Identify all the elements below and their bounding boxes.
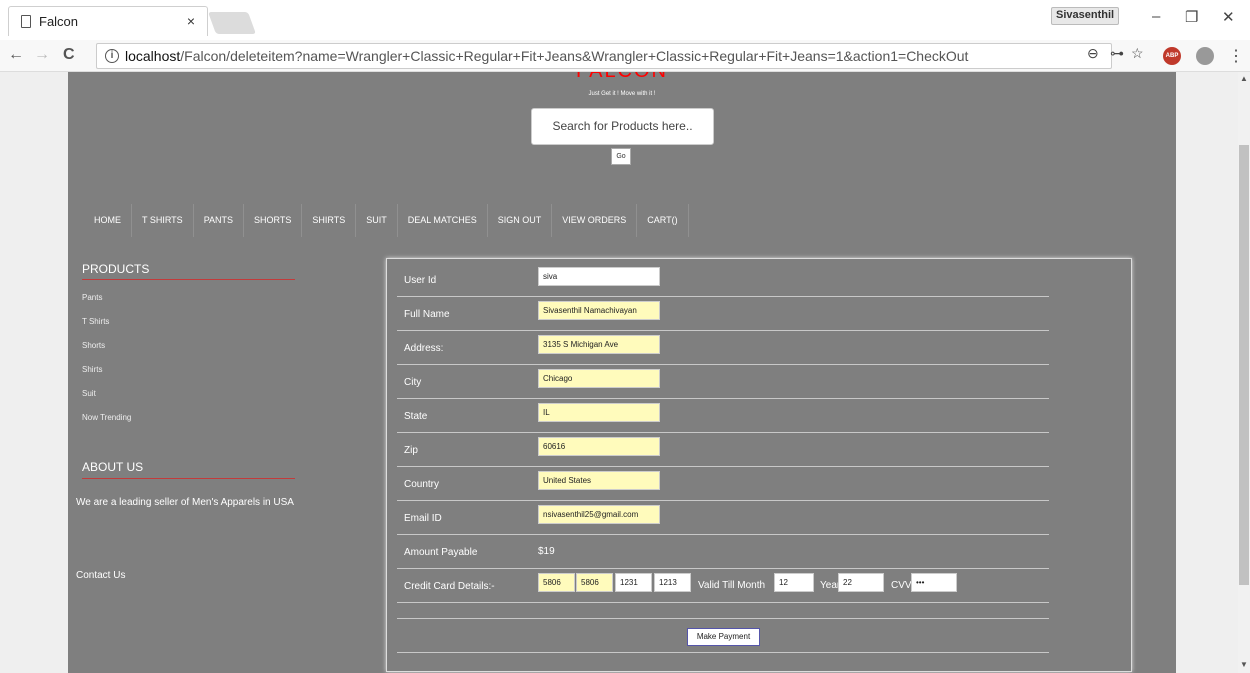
back-button[interactable]: ← bbox=[8, 46, 24, 64]
sidebar-item-shorts[interactable]: Shorts bbox=[82, 334, 362, 358]
nav-cart[interactable]: CART() bbox=[637, 204, 689, 237]
user-id-input[interactable]: siva bbox=[538, 267, 660, 286]
nav-deal-matches[interactable]: DEAL MATCHES bbox=[398, 204, 488, 237]
month-input[interactable]: 12 bbox=[774, 573, 814, 592]
sidebar: PRODUCTS Pants T Shirts Shorts Shirts Su… bbox=[82, 262, 362, 430]
minimize-button[interactable]: – bbox=[1152, 8, 1160, 25]
address-input[interactable]: 3135 S Michigan Ave bbox=[538, 335, 660, 354]
scroll-down-icon[interactable]: ▼ bbox=[1240, 660, 1248, 669]
about-heading: ABOUT US bbox=[82, 460, 295, 479]
new-tab-button[interactable] bbox=[207, 12, 257, 34]
nav-tshirts[interactable]: T SHIRTS bbox=[132, 204, 194, 237]
city-label: City bbox=[404, 377, 422, 388]
email-input[interactable]: nsivasenthil25@gmail.com bbox=[538, 505, 660, 524]
address-label: Address: bbox=[404, 343, 444, 354]
page-viewport: FALCON Just Get it ! Move with it ! Sear… bbox=[0, 72, 1238, 673]
amount-value: $19 bbox=[538, 546, 555, 557]
form-row-credit-card: Credit Card Details:- 5806 5806 1231 121… bbox=[397, 569, 1049, 603]
vertical-scrollbar[interactable]: ▲ ▼ bbox=[1238, 72, 1250, 673]
full-name-input[interactable]: Sivasenthil Namachivayan bbox=[538, 301, 660, 320]
card-number-3[interactable]: 1231 bbox=[615, 573, 652, 592]
search-input[interactable]: Search for Products here.. bbox=[531, 108, 714, 145]
state-label: State bbox=[404, 411, 428, 422]
city-input[interactable]: Chicago bbox=[538, 369, 660, 388]
profile-button[interactable]: Sivasenthil bbox=[1051, 7, 1120, 25]
browser-toolbar: ← → C i localhost/Falcon/deleteitem?name… bbox=[0, 40, 1250, 72]
page-container: FALCON Just Get it ! Move with it ! Sear… bbox=[68, 72, 1176, 673]
card-number-1[interactable]: 5806 bbox=[538, 573, 575, 592]
site-logo[interactable]: FALCON bbox=[68, 72, 1176, 83]
nav-view-orders[interactable]: VIEW ORDERS bbox=[552, 204, 638, 237]
close-window-button[interactable]: ✕ bbox=[1222, 8, 1235, 26]
form-row-user-id: User Id siva bbox=[397, 263, 1049, 297]
adblock-icon[interactable]: ABP bbox=[1163, 47, 1181, 65]
tab-close-icon[interactable]: × bbox=[187, 13, 195, 29]
nav-pants[interactable]: PANTS bbox=[194, 204, 245, 237]
site-tagline: Just Get it ! Move with it ! bbox=[588, 91, 656, 97]
menu-icon[interactable]: ⋮ bbox=[1228, 46, 1244, 66]
valid-till-label: Valid Till Month bbox=[698, 580, 766, 591]
tab-title: Falcon bbox=[39, 14, 79, 29]
scroll-thumb[interactable] bbox=[1239, 145, 1249, 585]
url-host: localhost bbox=[125, 48, 181, 64]
nav-shirts[interactable]: SHIRTS bbox=[302, 204, 357, 237]
full-name-label: Full Name bbox=[404, 309, 450, 320]
amount-label: Amount Payable bbox=[404, 547, 478, 558]
sidebar-item-suit[interactable]: Suit bbox=[82, 382, 362, 406]
products-heading: PRODUCTS bbox=[82, 262, 295, 280]
credit-card-label: Credit Card Details:- bbox=[404, 581, 495, 592]
info-icon[interactable]: i bbox=[105, 49, 119, 63]
country-label: Country bbox=[404, 479, 440, 490]
browser-tab[interactable]: Falcon × bbox=[8, 6, 208, 36]
form-row-city: City Chicago bbox=[397, 365, 1049, 399]
zoom-icon[interactable]: ⊖ bbox=[1087, 45, 1099, 62]
form-row-address: Address: 3135 S Michigan Ave bbox=[397, 331, 1049, 365]
sidebar-item-shirts[interactable]: Shirts bbox=[82, 358, 362, 382]
restore-button[interactable]: ❐ bbox=[1185, 8, 1198, 26]
main-nav: HOME T SHIRTS PANTS SHORTS SHIRTS SUIT D… bbox=[84, 204, 689, 237]
user-id-label: User Id bbox=[404, 275, 437, 286]
scroll-up-icon[interactable]: ▲ bbox=[1240, 74, 1248, 83]
zip-label: Zip bbox=[404, 445, 418, 456]
make-payment-button[interactable]: Make Payment bbox=[687, 628, 760, 646]
card-number-4[interactable]: 1213 bbox=[654, 573, 691, 592]
state-input[interactable]: IL bbox=[538, 403, 660, 422]
divider bbox=[397, 618, 1049, 619]
star-icon[interactable]: ☆ bbox=[1131, 45, 1144, 62]
form-row-country: Country United States bbox=[397, 467, 1049, 501]
url-path: /Falcon/deleteitem?name=Wrangler+Classic… bbox=[180, 48, 969, 64]
sidebar-item-now-trending[interactable]: Now Trending bbox=[82, 406, 362, 430]
country-input[interactable]: United States bbox=[538, 471, 660, 490]
form-row-email: Email ID nsivasenthil25@gmail.com bbox=[397, 501, 1049, 535]
form-row-full-name: Full Name Sivasenthil Namachivayan bbox=[397, 297, 1049, 331]
cvv-label: CVV bbox=[891, 580, 912, 591]
divider bbox=[397, 652, 1049, 653]
form-row-amount: Amount Payable $19 bbox=[397, 535, 1049, 569]
go-button[interactable]: Go bbox=[611, 148, 631, 165]
address-bar[interactable]: i localhost/Falcon/deleteitem?name=Wrang… bbox=[96, 43, 1112, 69]
checkout-form: User Id siva Full Name Sivasenthil Namac… bbox=[386, 258, 1132, 672]
nav-home[interactable]: HOME bbox=[84, 204, 132, 237]
sidebar-item-tshirts[interactable]: T Shirts bbox=[82, 310, 362, 334]
form-row-zip: Zip 60616 bbox=[397, 433, 1049, 467]
nav-shorts[interactable]: SHORTS bbox=[244, 204, 303, 237]
nav-suit[interactable]: SUIT bbox=[356, 204, 398, 237]
forward-button[interactable]: → bbox=[34, 46, 50, 64]
email-label: Email ID bbox=[404, 513, 442, 524]
card-number-2[interactable]: 5806 bbox=[576, 573, 613, 592]
key-icon[interactable]: ⊶ bbox=[1110, 45, 1124, 62]
nav-sign-out[interactable]: SIGN OUT bbox=[488, 204, 553, 237]
cvv-input[interactable]: ••• bbox=[911, 573, 957, 592]
about-text: We are a leading seller of Men's Apparel… bbox=[76, 497, 294, 508]
title-bar: Falcon × Sivasenthil – ❐ ✕ bbox=[0, 0, 1250, 40]
page-icon bbox=[21, 15, 31, 28]
url-text: localhost/Falcon/deleteitem?name=Wrangle… bbox=[125, 48, 968, 64]
sidebar-item-pants[interactable]: Pants bbox=[82, 286, 362, 310]
extension-icon[interactable] bbox=[1196, 47, 1214, 65]
contact-link[interactable]: Contact Us bbox=[76, 570, 125, 581]
form-row-state: State IL bbox=[397, 399, 1049, 433]
zip-input[interactable]: 60616 bbox=[538, 437, 660, 456]
reload-button[interactable]: C bbox=[63, 46, 75, 64]
year-input[interactable]: 22 bbox=[838, 573, 884, 592]
